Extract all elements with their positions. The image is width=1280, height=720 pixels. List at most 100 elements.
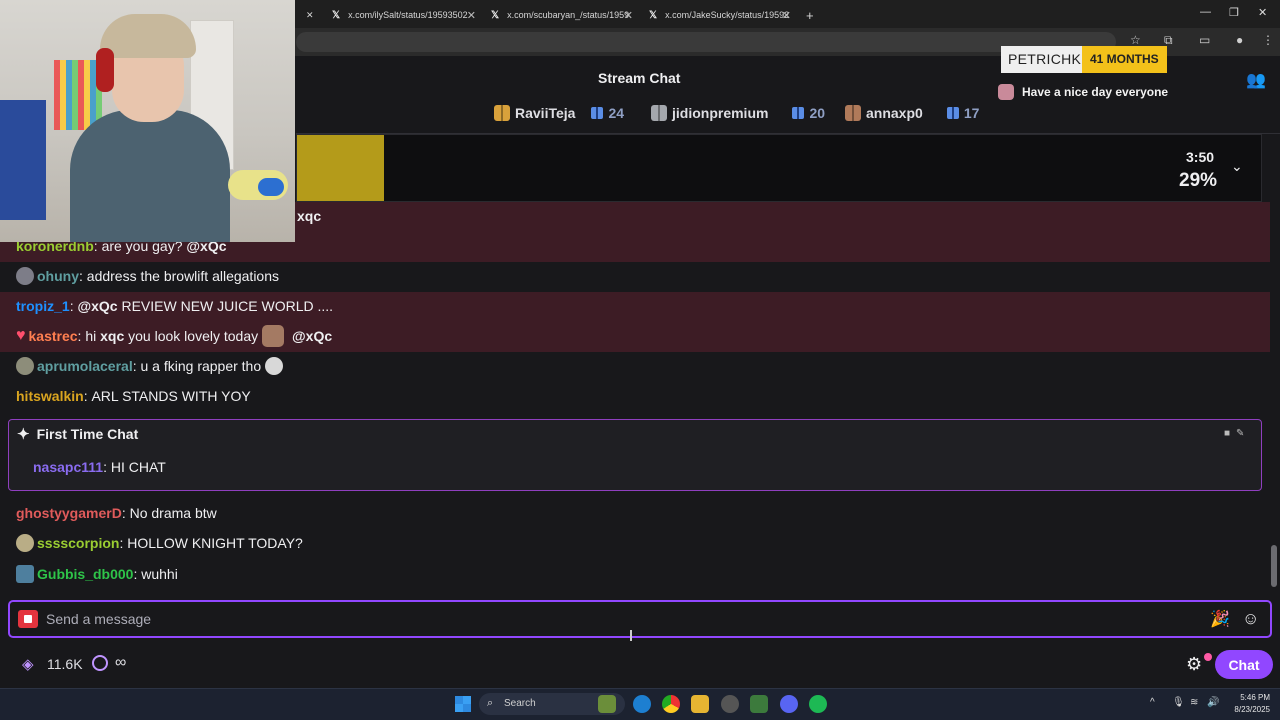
taskbar-date[interactable]: 8/23/2025: [1226, 705, 1270, 714]
skull-emote-icon[interactable]: [265, 357, 284, 375]
user-badge-icon[interactable]: [16, 534, 34, 552]
chat-username[interactable]: Gubbis_db000: [37, 566, 133, 582]
user-badge-icon[interactable]: [16, 357, 34, 375]
top-gifter-1[interactable]: RaviiTeja 24: [494, 105, 624, 121]
first-time-chat-title: First Time Chat: [36, 426, 139, 442]
close-icon[interactable]: ✕: [624, 9, 633, 22]
profile-avatar-icon[interactable]: ●: [1236, 33, 1243, 47]
camera-icon[interactable]: ■: [1224, 428, 1236, 439]
chat-username[interactable]: aprumolaceral: [37, 358, 133, 374]
chat-username[interactable]: tropiz_1: [16, 298, 70, 314]
gifter-name: jidionpremium: [672, 105, 769, 121]
chat-username[interactable]: kastrec: [29, 328, 78, 344]
prediction-banner[interactable]: [296, 134, 1262, 202]
party-effects-icon[interactable]: 🎉: [1210, 609, 1230, 629]
timer-icon[interactable]: [92, 655, 108, 671]
tab-close-icon[interactable]: ✕: [306, 4, 314, 26]
top-gifter-3[interactable]: annaxp0 17: [845, 105, 979, 121]
chat-message: ♥ kastrec: hi xqc you look lovely today …: [16, 325, 332, 347]
video-badge-icon[interactable]: [18, 610, 38, 628]
browser-tab-2[interactable]: 𝕏 x.com/scubaryan_/status/1959 ✕: [491, 4, 633, 26]
edge-icon[interactable]: [633, 695, 651, 713]
webcam-poster: [54, 60, 102, 130]
wifi-icon[interactable]: ≋: [1190, 697, 1198, 708]
chat-username[interactable]: ohuny: [37, 268, 79, 284]
chat-message: xqc: [297, 205, 321, 227]
sub-alert-months: 41 MONTHS: [1082, 46, 1167, 73]
chat-message: sssscorpion: HOLLOW KNIGHT TODAY?: [16, 532, 303, 554]
chat-send-button[interactable]: Chat: [1215, 650, 1273, 679]
chat-message: aprumolaceral: u a fking rapper tho: [16, 355, 287, 377]
sparkle-icon: ✦: [17, 426, 30, 443]
restore-icon[interactable]: ❐: [1229, 6, 1239, 19]
taskbar-app-icon[interactable]: [721, 695, 739, 713]
webcam-overlay: [0, 0, 295, 242]
gift-count: 20: [809, 105, 826, 121]
menu-kebab-icon[interactable]: ⋮: [1262, 33, 1274, 47]
gift-count-icon: [591, 107, 604, 119]
chat-message-input[interactable]: [46, 609, 1186, 629]
taskbar-search-label: Search: [504, 698, 536, 709]
microphone-icon[interactable]: 🎙: [1172, 697, 1185, 708]
chat-username[interactable]: hitswalkin: [16, 388, 84, 404]
chat-message: ghostyygamerD: No drama btw: [16, 505, 217, 521]
spotify-icon[interactable]: [809, 695, 827, 713]
chevron-down-icon[interactable]: ⌄: [1231, 158, 1243, 175]
channel-points-icon[interactable]: ◈: [22, 655, 34, 673]
tray-chevron-icon[interactable]: ^: [1150, 697, 1155, 708]
new-tab-button[interactable]: +: [806, 4, 814, 26]
address-bar[interactable]: [296, 32, 1116, 52]
volume-icon[interactable]: 🔊: [1207, 697, 1219, 708]
heart-badge-icon[interactable]: ♥: [16, 327, 26, 345]
chat-username[interactable]: ghostyygamerD: [16, 505, 122, 521]
gifter-name: RaviiTeja: [515, 105, 576, 121]
prediction-time-left: 3:50: [1186, 149, 1215, 165]
user-badge-icon[interactable]: [16, 565, 34, 583]
close-icon[interactable]: ✕: [467, 9, 476, 22]
chat-message: hitswalkin: ARL STANDS WITH YOY: [16, 388, 251, 404]
gold-gift-icon: [494, 105, 510, 121]
sidebar-icon[interactable]: ▭: [1199, 33, 1210, 47]
taskbar-app-icon[interactable]: [750, 695, 768, 713]
user-badge-icon[interactable]: [16, 267, 34, 285]
chat-message: nasapc111: HI CHAT: [33, 459, 166, 475]
browser-tab-3[interactable]: 𝕏 x.com/JakeSucky/status/19592 ✕: [649, 4, 791, 26]
taskbar-time[interactable]: 5:46 PM: [1234, 693, 1270, 702]
sub-alert-text: Have a nice day everyone: [1022, 85, 1169, 99]
discord-icon[interactable]: [780, 695, 798, 713]
gift-count-icon: [946, 107, 959, 119]
gear-icon[interactable]: ⚙: [1186, 654, 1202, 675]
chrome-icon[interactable]: [662, 695, 680, 713]
chat-text: wuhhi: [141, 566, 178, 582]
chat-mention[interactable]: @xQc: [292, 328, 332, 344]
file-explorer-icon[interactable]: [691, 695, 709, 713]
chat-scrollbar[interactable]: [1270, 134, 1278, 596]
timer-value: ∞: [115, 654, 127, 671]
windows-start-icon[interactable]: [455, 696, 471, 712]
close-icon[interactable]: ✕: [782, 9, 791, 22]
card-tools[interactable]: ■✎: [1224, 428, 1250, 439]
sub-alert-message: Have a nice day everyone: [998, 84, 1168, 100]
chat-username[interactable]: sssscorpion: [37, 535, 119, 551]
community-users-icon[interactable]: 👥: [1246, 70, 1266, 90]
chat-username[interactable]: nasapc111: [33, 459, 103, 475]
emote-icon: [998, 84, 1014, 100]
window-close-icon[interactable]: ✕: [1258, 6, 1267, 19]
chat-text: hi: [85, 328, 97, 344]
star-icon[interactable]: ☆: [1130, 33, 1141, 47]
minimize-icon[interactable]: —: [1200, 6, 1211, 18]
chat-username[interactable]: xqc: [297, 208, 321, 224]
chat-emote-icon[interactable]: [262, 325, 285, 347]
channel-points-value: 11.6K: [47, 656, 83, 672]
webcam-person-hair: [100, 14, 196, 58]
taskbar-app-icon[interactable]: [598, 695, 616, 713]
scrollbar-thumb[interactable]: [1271, 545, 1277, 587]
pencil-icon[interactable]: ✎: [1236, 428, 1250, 439]
chat-text: u a fking rapper tho: [140, 358, 262, 374]
emote-picker-icon[interactable]: ☺: [1242, 609, 1259, 629]
top-gifter-2[interactable]: jidionpremium 20: [651, 105, 825, 121]
browser-tab-1[interactable]: 𝕏 x.com/ilySalt/status/19593502 ✕: [332, 4, 476, 26]
headset-icon: [96, 48, 114, 92]
chat-mention[interactable]: @xQc: [77, 298, 117, 314]
chat-message: tropiz_1: @xQc REVIEW NEW JUICE WORLD ..…: [16, 298, 334, 314]
